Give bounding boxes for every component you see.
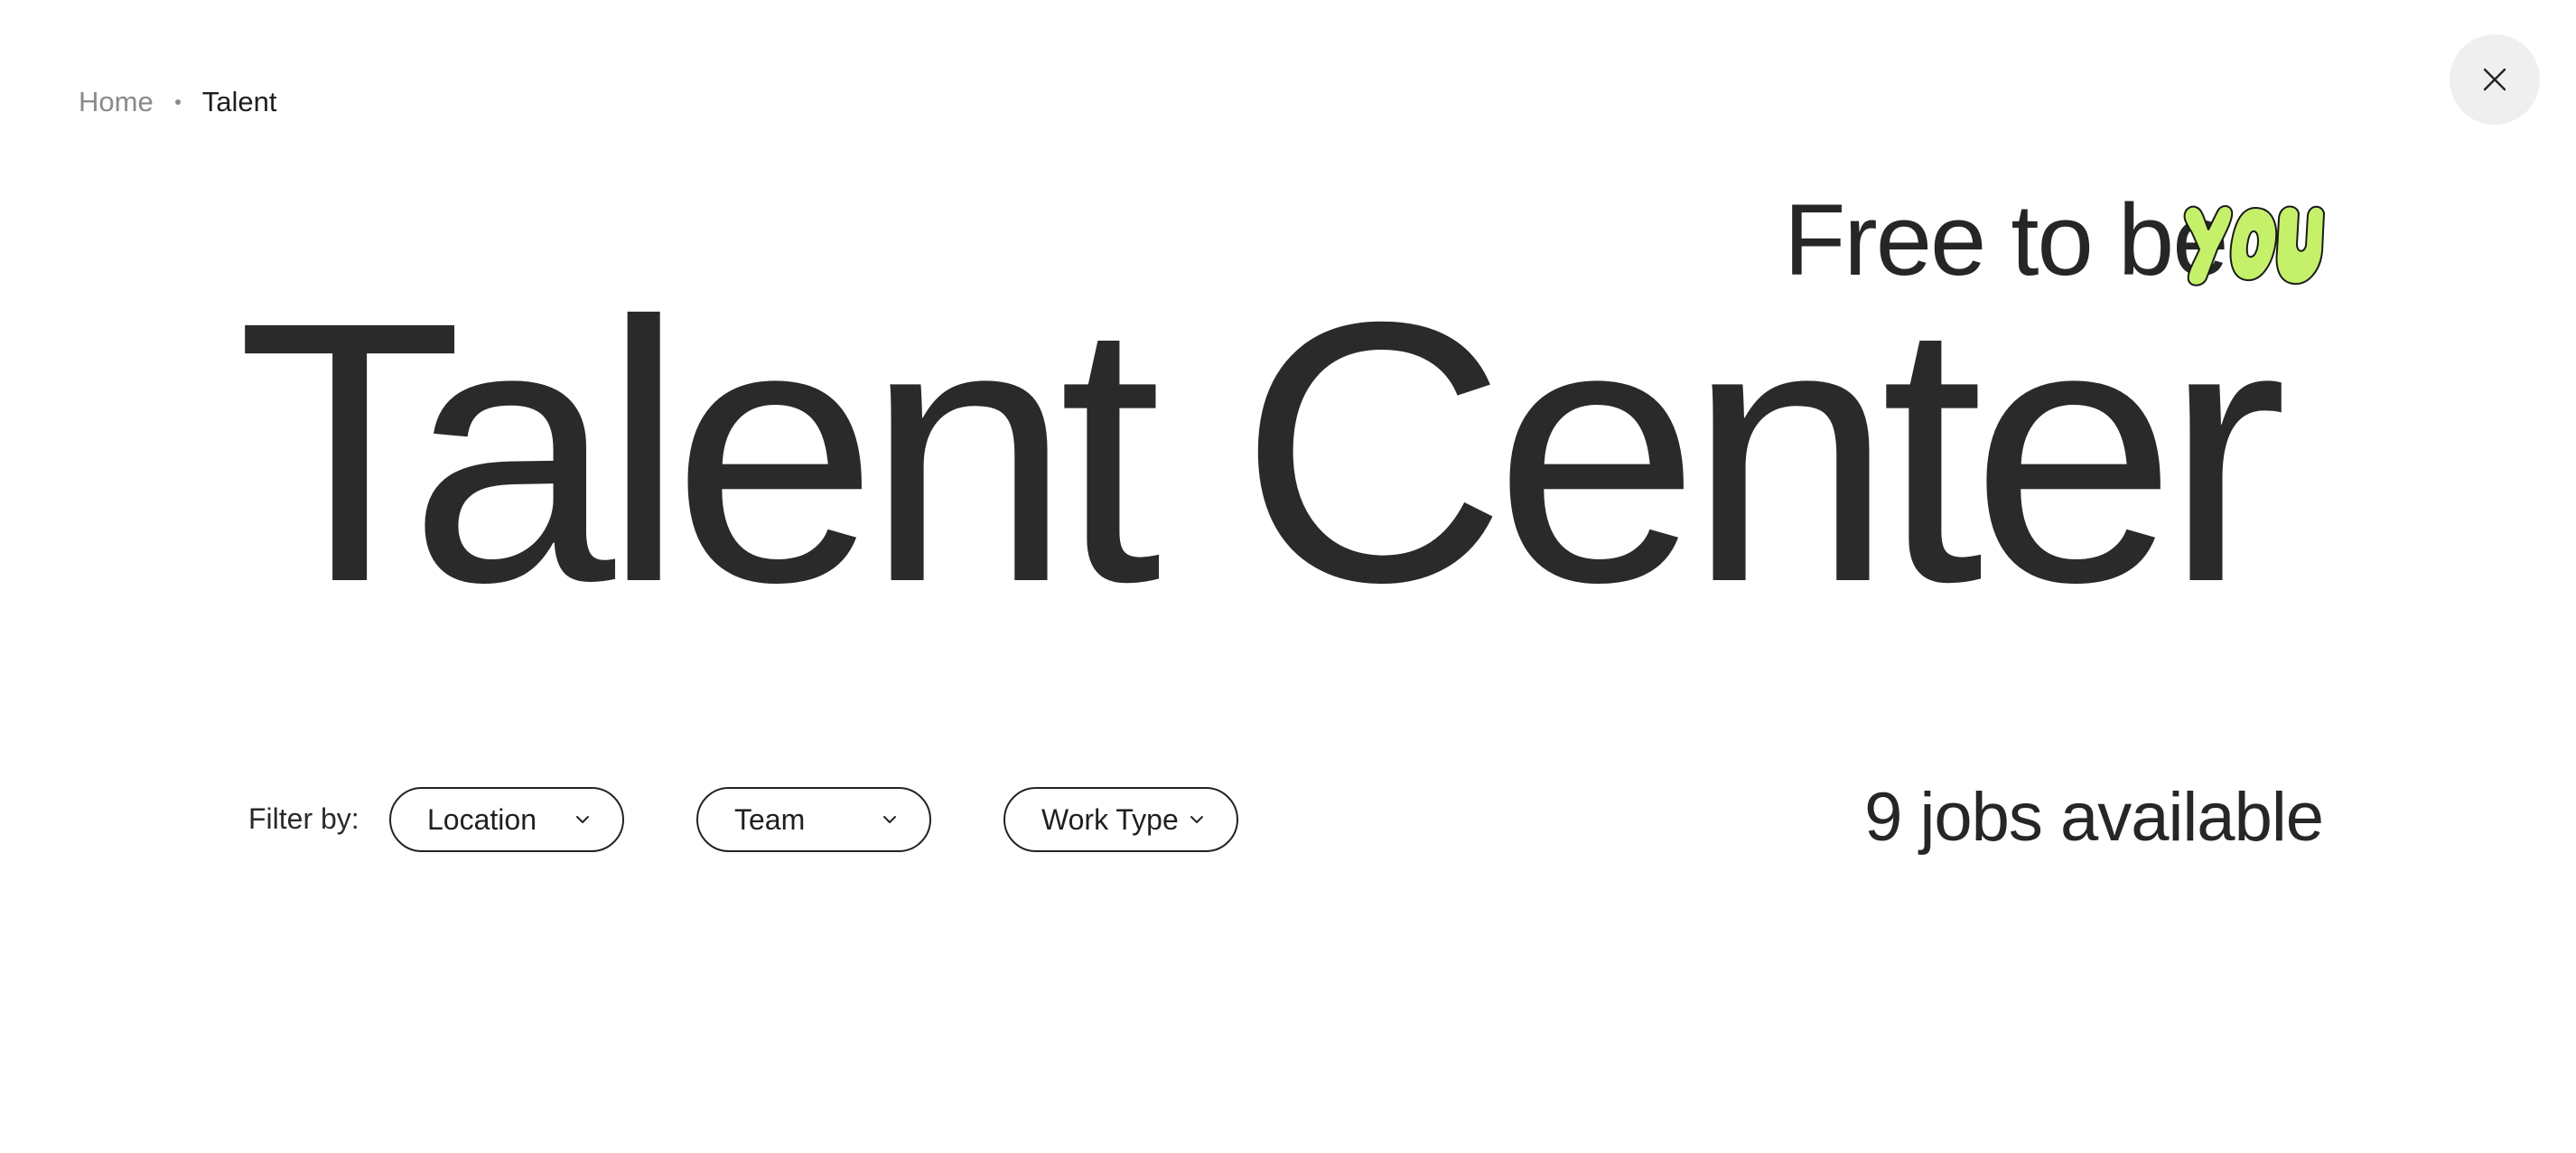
breadcrumb-separator-dot	[174, 99, 181, 105]
filter-by-label: Filter by:	[248, 802, 359, 835]
close-button[interactable]	[2450, 34, 2540, 125]
location-filter-dropdown[interactable]: Location	[389, 787, 624, 852]
location-filter-label: Location	[427, 802, 537, 836]
talent-center-page: Home Talent Free to be Talent Center Fil…	[0, 0, 2576, 1153]
page-title: Talent Center	[237, 245, 2288, 659]
breadcrumb-current: Talent	[201, 86, 277, 117]
chevron-down-icon	[576, 816, 589, 823]
close-icon	[2483, 68, 2506, 91]
team-filter-label: Team	[734, 802, 806, 836]
work-type-filter-label: Work Type	[1041, 802, 1179, 836]
jobs-available-count: 9 jobs available	[1864, 779, 2324, 856]
chevron-down-icon	[1190, 816, 1203, 823]
team-filter-dropdown[interactable]: Team	[696, 787, 931, 852]
work-type-filter-dropdown[interactable]: Work Type	[1003, 787, 1238, 852]
breadcrumb-home-link[interactable]: Home	[79, 80, 154, 125]
breadcrumb: Home Talent	[79, 80, 276, 125]
chevron-down-icon	[883, 816, 896, 823]
